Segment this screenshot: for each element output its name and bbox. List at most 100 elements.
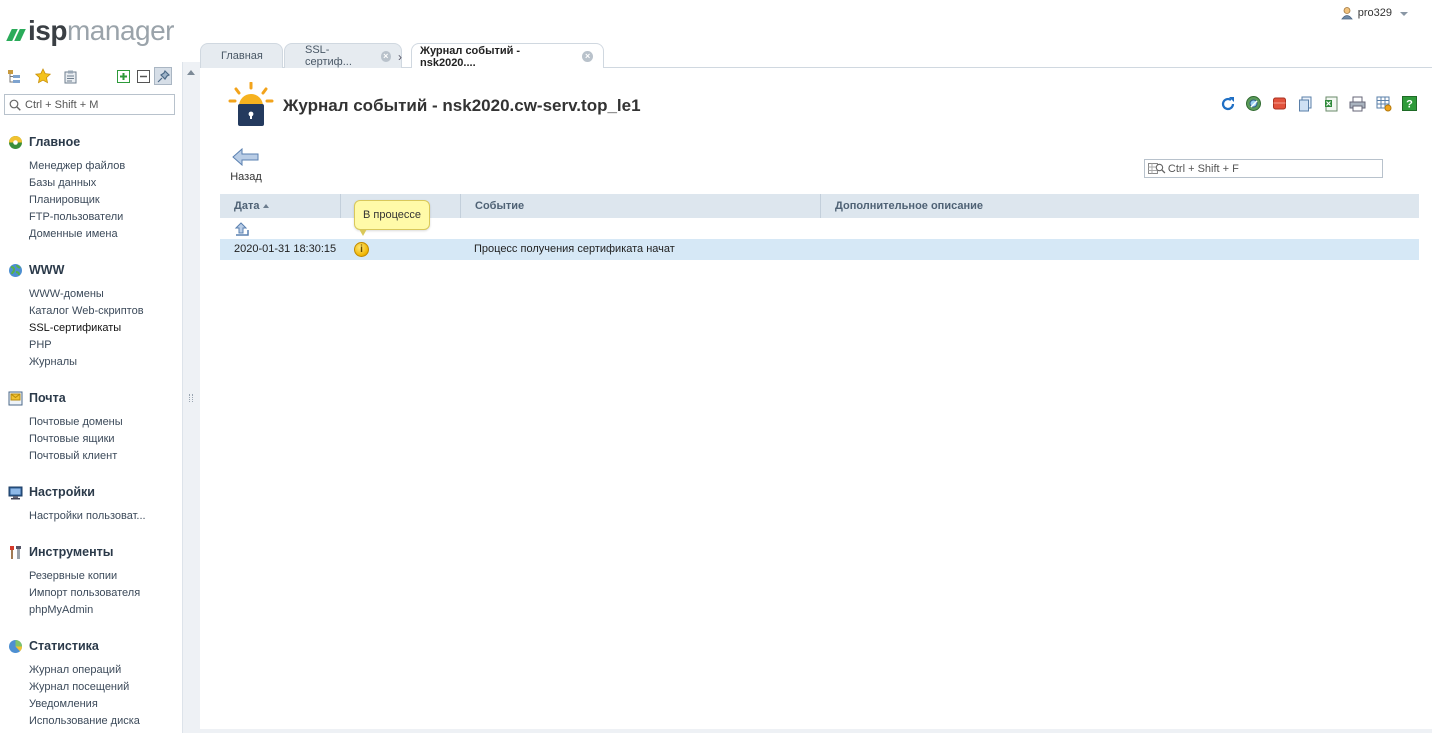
back-button[interactable]: Назад: [228, 147, 264, 183]
svg-text:?: ?: [1406, 99, 1413, 111]
settings-monitor-icon: [8, 485, 23, 500]
menu-group-header-mail[interactable]: Почта: [0, 390, 182, 406]
menu-item-logs[interactable]: Журналы: [0, 354, 182, 371]
tab-ssl-certificates[interactable]: SSL-сертиф... ×: [284, 43, 402, 68]
menu-group-title: Инструменты: [29, 545, 114, 559]
status-tooltip: В процессе: [354, 200, 430, 236]
menu-group-title: Настройки: [29, 485, 95, 499]
stats-pie-icon: [8, 639, 23, 654]
menu-item-visits-log[interactable]: Журнал посещений: [0, 679, 182, 696]
chevron-right-icon: ›: [398, 50, 402, 64]
menu-item-domain-names[interactable]: Доменные имена: [0, 226, 182, 243]
isp-manager-logo[interactable]: isp manager: [6, 14, 174, 48]
table-settings-icon[interactable]: [1375, 95, 1392, 112]
print-icon[interactable]: [1349, 95, 1366, 112]
tab-event-log[interactable]: Журнал событий - nsk2020.... ×: [411, 43, 604, 69]
bottom-border: [200, 729, 1432, 733]
menu-item-www-domains[interactable]: WWW-домены: [0, 286, 182, 303]
sidebar-splitter[interactable]: [182, 62, 200, 733]
splitter-grip-icon[interactable]: [189, 394, 193, 402]
filter-input[interactable]: [1167, 162, 1382, 175]
isp-manager-window: isp manager pro329 Ctrl + Shift + M Глав…: [0, 0, 1432, 733]
chevron-down-icon: [1400, 12, 1408, 16]
user-menu[interactable]: pro329: [1340, 6, 1408, 20]
tab-main[interactable]: Главная: [200, 43, 283, 68]
menu-group-settings: Настройки Настройки пользоват...: [0, 484, 182, 525]
menu-group-header-www[interactable]: WWW: [0, 262, 182, 278]
collapse-all-icon[interactable]: [135, 68, 151, 84]
menu-group-header-statistics[interactable]: Статистика: [0, 638, 182, 654]
clipboard-icon[interactable]: [62, 68, 78, 84]
menu-group-statistics: Статистика Журнал операций Журнал посеще…: [0, 638, 182, 730]
logo-mark-icon: [6, 27, 26, 41]
database-red-icon[interactable]: [1271, 95, 1288, 112]
tab-bar: Главная SSL-сертиф... × › Журнал событий…: [200, 40, 1432, 69]
menu-item-phpmyadmin[interactable]: phpMyAdmin: [0, 602, 182, 619]
info-status-icon[interactable]: i: [354, 242, 369, 257]
menu-item-user-import[interactable]: Импорт пользователя: [0, 585, 182, 602]
close-tab-icon[interactable]: ×: [380, 50, 391, 62]
menu-group-title: Статистика: [29, 639, 99, 653]
back-arrow-icon: [232, 147, 259, 167]
search-icon: [9, 99, 21, 111]
menu-item-user-settings[interactable]: Настройки пользоват...: [0, 508, 182, 525]
menu-item-mailboxes[interactable]: Почтовые ящики: [0, 431, 182, 448]
tools-icon: [8, 545, 23, 560]
menu-item-databases[interactable]: Базы данных: [0, 175, 182, 192]
globe-link-icon[interactable]: [1245, 95, 1262, 112]
column-label: Событие: [475, 200, 525, 212]
menu-group-header-main[interactable]: Главное: [0, 134, 182, 150]
sidebar-search-field[interactable]: [4, 94, 175, 115]
tree-view-icon[interactable]: [6, 68, 22, 84]
pin-icon[interactable]: [154, 67, 172, 85]
copy-icon[interactable]: [1297, 95, 1314, 112]
page-title: Журнал событий - nsk2020.cw-serv.top_le1: [283, 96, 641, 115]
cell-date: 2020-01-31 18:30:15: [234, 243, 337, 255]
ssl-lock-sun-icon: [228, 82, 274, 126]
column-label: Дополнительное описание: [835, 200, 983, 212]
help-icon[interactable]: ?: [1401, 95, 1418, 112]
menu-item-scheduler[interactable]: Планировщик: [0, 192, 182, 209]
column-header-event[interactable]: Событие: [460, 194, 820, 218]
favorites-star-icon[interactable]: [35, 68, 51, 84]
menu-item-file-manager[interactable]: Менеджер файлов: [0, 158, 182, 175]
column-header-date[interactable]: Дата: [220, 194, 340, 218]
menu-group-header-tools[interactable]: Инструменты: [0, 544, 182, 560]
cell-event: Процесс получения сертификата начат: [474, 243, 675, 255]
menu-group-header-settings[interactable]: Настройки: [0, 484, 182, 500]
main-icon: [8, 135, 23, 150]
refresh-icon[interactable]: [1219, 95, 1236, 112]
menu-group-tools: Инструменты Резервные копии Импорт польз…: [0, 544, 182, 619]
menu-item-mail-domains[interactable]: Почтовые домены: [0, 414, 182, 431]
menu-item-mail-client[interactable]: Почтовый клиент: [0, 448, 182, 465]
logo-text-isp: isp: [28, 15, 67, 46]
tab-label: Главная: [221, 50, 263, 62]
scroll-up-arrow-icon[interactable]: [187, 70, 195, 75]
table-row[interactable]: 2020-01-31 18:30:15 i Процесс получения …: [220, 239, 1419, 260]
menu-item-operations-log[interactable]: Журнал операций: [0, 662, 182, 679]
column-header-description[interactable]: Дополнительное описание: [820, 194, 1419, 218]
close-tab-icon[interactable]: ×: [582, 51, 593, 62]
mail-icon: [8, 391, 23, 406]
menu-group-title: Главное: [29, 135, 81, 149]
menu-item-backups[interactable]: Резервные копии: [0, 568, 182, 585]
menu-item-ssl-certificates[interactable]: SSL-сертификаты: [0, 320, 182, 337]
logo-text-manager: manager: [66, 15, 175, 46]
menu-item-web-scripts[interactable]: Каталог Web-скриптов: [0, 303, 182, 320]
menu-item-notifications[interactable]: Уведомления: [0, 696, 182, 713]
menu-item-ftp-users[interactable]: FTP-пользователи: [0, 209, 182, 226]
menu-item-php[interactable]: PHP: [0, 337, 182, 354]
sort-ascending-icon: [263, 204, 270, 208]
tab-label: Журнал событий - nsk2020....: [420, 44, 521, 69]
expand-all-icon[interactable]: [115, 68, 131, 84]
globe-icon: [8, 263, 23, 278]
menu-group-main: Главное Менеджер файлов Базы данных План…: [0, 134, 182, 243]
user-icon: [1340, 7, 1353, 20]
main-content: Журнал событий - nsk2020.cw-serv.top_le1: [200, 68, 1432, 733]
menu-item-disk-usage[interactable]: Использование диска: [0, 713, 182, 730]
menu-group-title: WWW: [29, 263, 65, 277]
export-excel-icon[interactable]: [1323, 95, 1340, 112]
username: pro329: [1357, 7, 1392, 19]
filter-field[interactable]: [1144, 159, 1383, 178]
sidebar-search-input[interactable]: [25, 98, 165, 111]
